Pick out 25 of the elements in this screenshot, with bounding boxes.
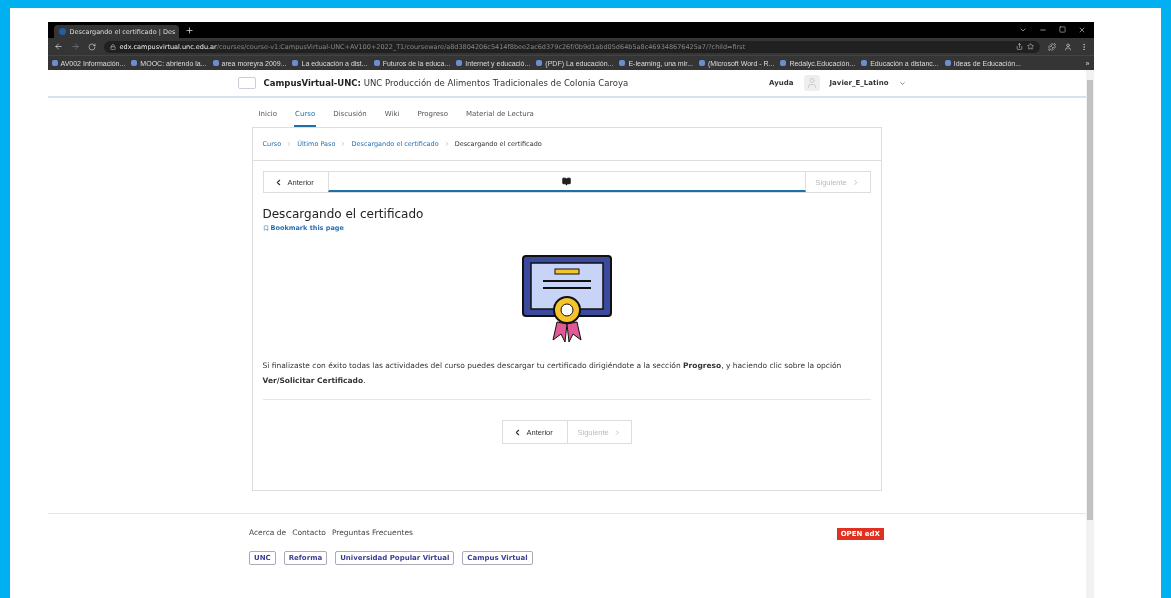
unit-title: Descargando el certificado	[262, 207, 425, 221]
chevron-right-icon	[851, 177, 860, 187]
book-icon	[562, 176, 571, 186]
course-title: CampusVirtual-UNC: UNC Producción de Alimentos Tradicionales de Colonia Caroya	[263, 78, 629, 88]
reload-icon[interactable]	[87, 42, 96, 51]
star-icon[interactable]	[1026, 43, 1034, 50]
chevron-right-icon	[443, 141, 450, 147]
extensions-icon[interactable]	[1047, 42, 1056, 51]
tab-search-icon[interactable]	[1018, 26, 1027, 34]
share-icon[interactable]	[1015, 43, 1023, 50]
profile-icon[interactable]	[1063, 42, 1072, 51]
unit-tab[interactable]	[327, 172, 806, 192]
new-tab-icon[interactable]	[184, 25, 194, 35]
restore-icon[interactable]	[1058, 26, 1066, 33]
tab-favicon-icon	[58, 28, 66, 35]
scrollbar-thumb[interactable]	[1086, 80, 1093, 520]
chevron-right-icon	[613, 427, 621, 437]
back-icon[interactable]	[53, 42, 63, 51]
close-icon[interactable]	[1077, 26, 1086, 34]
chevron-right-icon	[340, 141, 347, 147]
bookmark-icon	[262, 225, 269, 231]
chevron-right-icon	[286, 141, 293, 147]
caret-icon[interactable]	[898, 79, 906, 87]
avatar-icon	[803, 75, 820, 91]
lock-icon	[109, 43, 116, 50]
